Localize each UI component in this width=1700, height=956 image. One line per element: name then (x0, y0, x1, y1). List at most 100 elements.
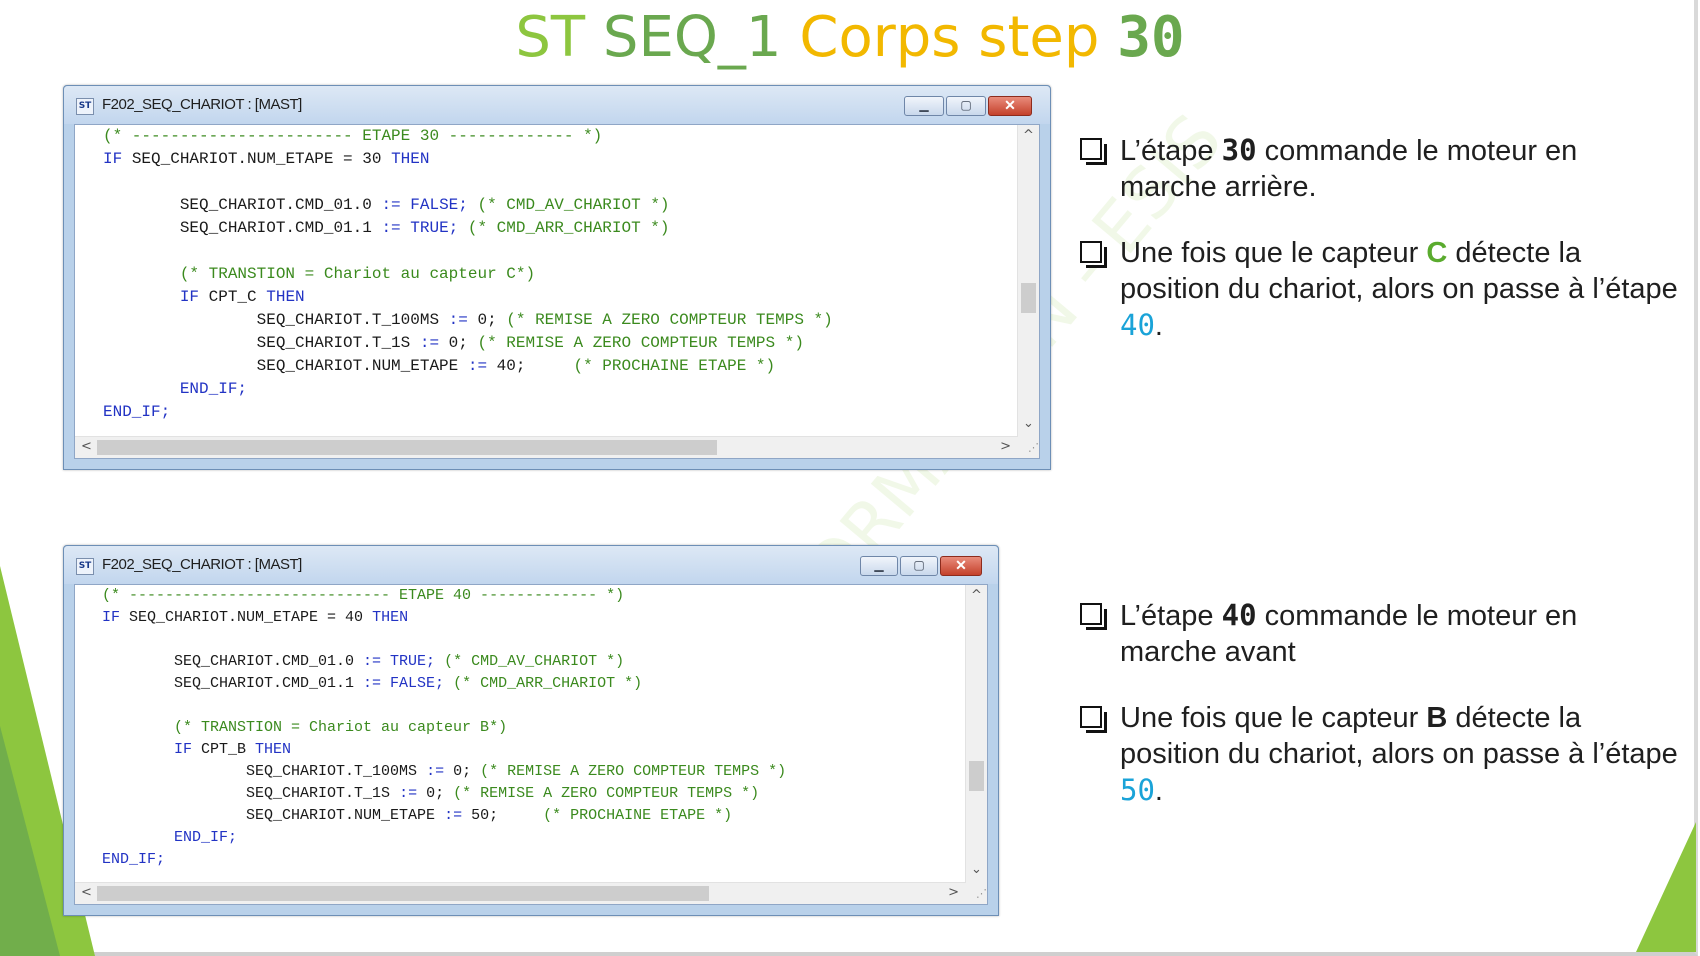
st-file-icon: ST (76, 558, 94, 575)
code-editor[interactable]: (* ----------------------------- ETAPE 4… (74, 584, 988, 905)
code-window-step-30[interactable]: ST F202_SEQ_CHARIOT : [MAST] ▁ ▢ ✕ (* --… (63, 85, 1051, 470)
code-comment: (* REMISE A ZERO COMPTEUR TEMPS *) (480, 763, 787, 780)
code-keyword: := TRUE; (381, 219, 459, 237)
scroll-right-icon[interactable]: > (1000, 440, 1011, 454)
checkbox-bullet-icon (1080, 603, 1107, 630)
bullet-text: . (1154, 310, 1163, 342)
code-keyword: := (467, 357, 488, 375)
sensor-letter: B (1426, 702, 1448, 734)
vertical-scroll-thumb[interactable] (1021, 283, 1036, 313)
code-line: SEQ_CHARIOT.CMD_01.1 := FALSE; (* CMD_AR… (102, 673, 965, 695)
code-text: CPT_B (201, 741, 256, 758)
code-text: 50; (462, 807, 544, 824)
vertical-scrollbar[interactable]: ^ ⌄ (1017, 125, 1039, 437)
code-keyword: THEN (266, 288, 305, 306)
right-green-decoration (1636, 822, 1696, 952)
code-comment: (* ----------------------- ETAPE 30 ----… (103, 127, 603, 145)
code-comment: (* PROCHAINE ETAPE *) (543, 807, 733, 824)
code-keyword: THEN (255, 741, 292, 758)
code-keyword: := (419, 334, 440, 352)
code-text: 0; (439, 334, 478, 352)
code-line: SEQ_CHARIOT.NUM_ETAPE := 40; (* PROCHAIN… (103, 355, 1017, 378)
title-corps-step: Corps step (799, 5, 1118, 70)
code-area[interactable]: (* ----------------------------- ETAPE 4… (75, 585, 965, 882)
horizontal-scroll-thumb[interactable] (97, 886, 709, 901)
code-line: END_IF; (102, 827, 965, 849)
close-button[interactable]: ✕ (940, 556, 982, 576)
code-keyword: := TRUE; (363, 653, 436, 670)
scroll-up-icon[interactable]: ^ (1023, 129, 1034, 143)
code-keyword: IF (102, 741, 202, 758)
maximize-button[interactable]: ▢ (946, 96, 986, 116)
horizontal-scrollbar[interactable]: < > (75, 882, 965, 904)
scroll-up-icon[interactable]: ^ (971, 589, 982, 603)
bullet-item: L’étape 40 commande le moteur en marche … (1080, 597, 1680, 670)
code-comment: (* REMISE A ZERO COMPTEUR TEMPS *) (453, 785, 760, 802)
code-line: (* TRANSTION = Chariot au capteur B*) (102, 717, 965, 739)
code-text: SEQ_CHARIOT.NUM_ETAPE = 30 (131, 150, 392, 168)
bullet-item: L’étape 30 commande le moteur en marche … (1080, 132, 1680, 205)
sensor-letter: C (1426, 237, 1448, 269)
code-text: SEQ_CHARIOT.CMD_01.0 (102, 653, 364, 670)
code-line: SEQ_CHARIOT.T_1S := 0; (* REMISE A ZERO … (103, 332, 1017, 355)
code-text: SEQ_CHARIOT.NUM_ETAPE (103, 357, 468, 375)
resize-grip-icon[interactable]: ⋰ (965, 883, 987, 904)
horizontal-scrollbar[interactable]: < > (75, 436, 1017, 458)
code-comment: (* TRANSTION = Chariot au capteur B*) (102, 719, 508, 736)
code-keyword: := FALSE; (363, 675, 445, 692)
minimize-button[interactable]: ▁ (860, 556, 898, 576)
code-text: 0; (417, 785, 454, 802)
code-line: SEQ_CHARIOT.T_1S := 0; (* REMISE A ZERO … (102, 783, 965, 805)
close-button[interactable]: ✕ (988, 96, 1032, 116)
next-step-number: 40 (1120, 308, 1155, 342)
scroll-left-icon[interactable]: < (81, 440, 92, 454)
code-area[interactable]: (* ----------------------- ETAPE 30 ----… (75, 125, 1017, 436)
code-keyword: := (448, 311, 468, 329)
checkbox-bullet-icon (1080, 706, 1107, 733)
code-text: 0; (444, 763, 481, 780)
window-titlebar[interactable]: ST F202_SEQ_CHARIOT : [MAST] ▁ ▢ ✕ (64, 546, 998, 584)
maximize-button[interactable]: ▢ (900, 556, 938, 576)
code-comment: (* CMD_ARR_CHARIOT *) (453, 675, 643, 692)
code-line: SEQ_CHARIOT.T_100MS := 0; (* REMISE A ZE… (102, 761, 965, 783)
title-step-number: 30 (1117, 5, 1185, 70)
code-text: SEQ_CHARIOT.NUM_ETAPE (102, 807, 445, 824)
bullets-step-40: L’étape 40 commande le moteur en marche … (1080, 597, 1680, 839)
scroll-down-icon[interactable]: ⌄ (971, 863, 982, 877)
code-text: SEQ_CHARIOT.NUM_ETAPE = 40 (129, 609, 373, 626)
code-text: SEQ_CHARIOT.CMD_01.1 (102, 675, 364, 692)
code-text: 0; (467, 311, 507, 329)
code-window-step-40[interactable]: ST F202_SEQ_CHARIOT : [MAST] ▁ ▢ ✕ (* --… (63, 545, 999, 916)
scroll-right-icon[interactable]: > (948, 886, 959, 900)
scroll-down-icon[interactable]: ⌄ (1023, 417, 1034, 431)
bullet-text: Une fois que le capteur (1120, 702, 1427, 734)
bullets-step-30: L’étape 30 commande le moteur en marche … (1080, 132, 1680, 374)
scroll-left-icon[interactable]: < (81, 886, 92, 900)
code-line: (* ----------------------------- ETAPE 4… (102, 585, 965, 607)
vertical-scroll-thumb[interactable] (969, 761, 984, 791)
code-line: END_IF; (103, 378, 1017, 401)
code-line: (* TRANSTION = Chariot au capteur C*) (103, 263, 1017, 286)
code-line: SEQ_CHARIOT.CMD_01.0 := TRUE; (* CMD_AV_… (102, 651, 965, 673)
window-titlebar[interactable]: ST F202_SEQ_CHARIOT : [MAST] ▁ ▢ ✕ (64, 86, 1050, 124)
code-line: END_IF; (103, 401, 1017, 424)
title-st: ST (515, 5, 603, 70)
st-file-icon: ST (76, 98, 94, 115)
code-keyword: END_IF; (103, 380, 248, 398)
code-keyword: := FALSE; (381, 196, 468, 214)
minimize-button[interactable]: ▁ (904, 96, 944, 116)
horizontal-scroll-thumb[interactable] (97, 440, 717, 455)
code-line: SEQ_CHARIOT.NUM_ETAPE := 50; (* PROCHAIN… (102, 805, 965, 827)
code-comment: (* ----------------------------- ETAPE 4… (102, 587, 625, 604)
bullet-item: Une fois que le capteur C détecte la pos… (1080, 235, 1680, 344)
code-text: 40; (487, 357, 574, 375)
slide-title: ST SEQ_1 Corps step 30 (0, 6, 1700, 70)
vertical-scrollbar[interactable]: ^ ⌄ (965, 585, 987, 883)
code-editor[interactable]: (* ----------------------- ETAPE 30 ----… (74, 124, 1040, 459)
resize-grip-icon[interactable]: ⋰ (1017, 437, 1039, 458)
code-keyword: IF (102, 609, 130, 626)
